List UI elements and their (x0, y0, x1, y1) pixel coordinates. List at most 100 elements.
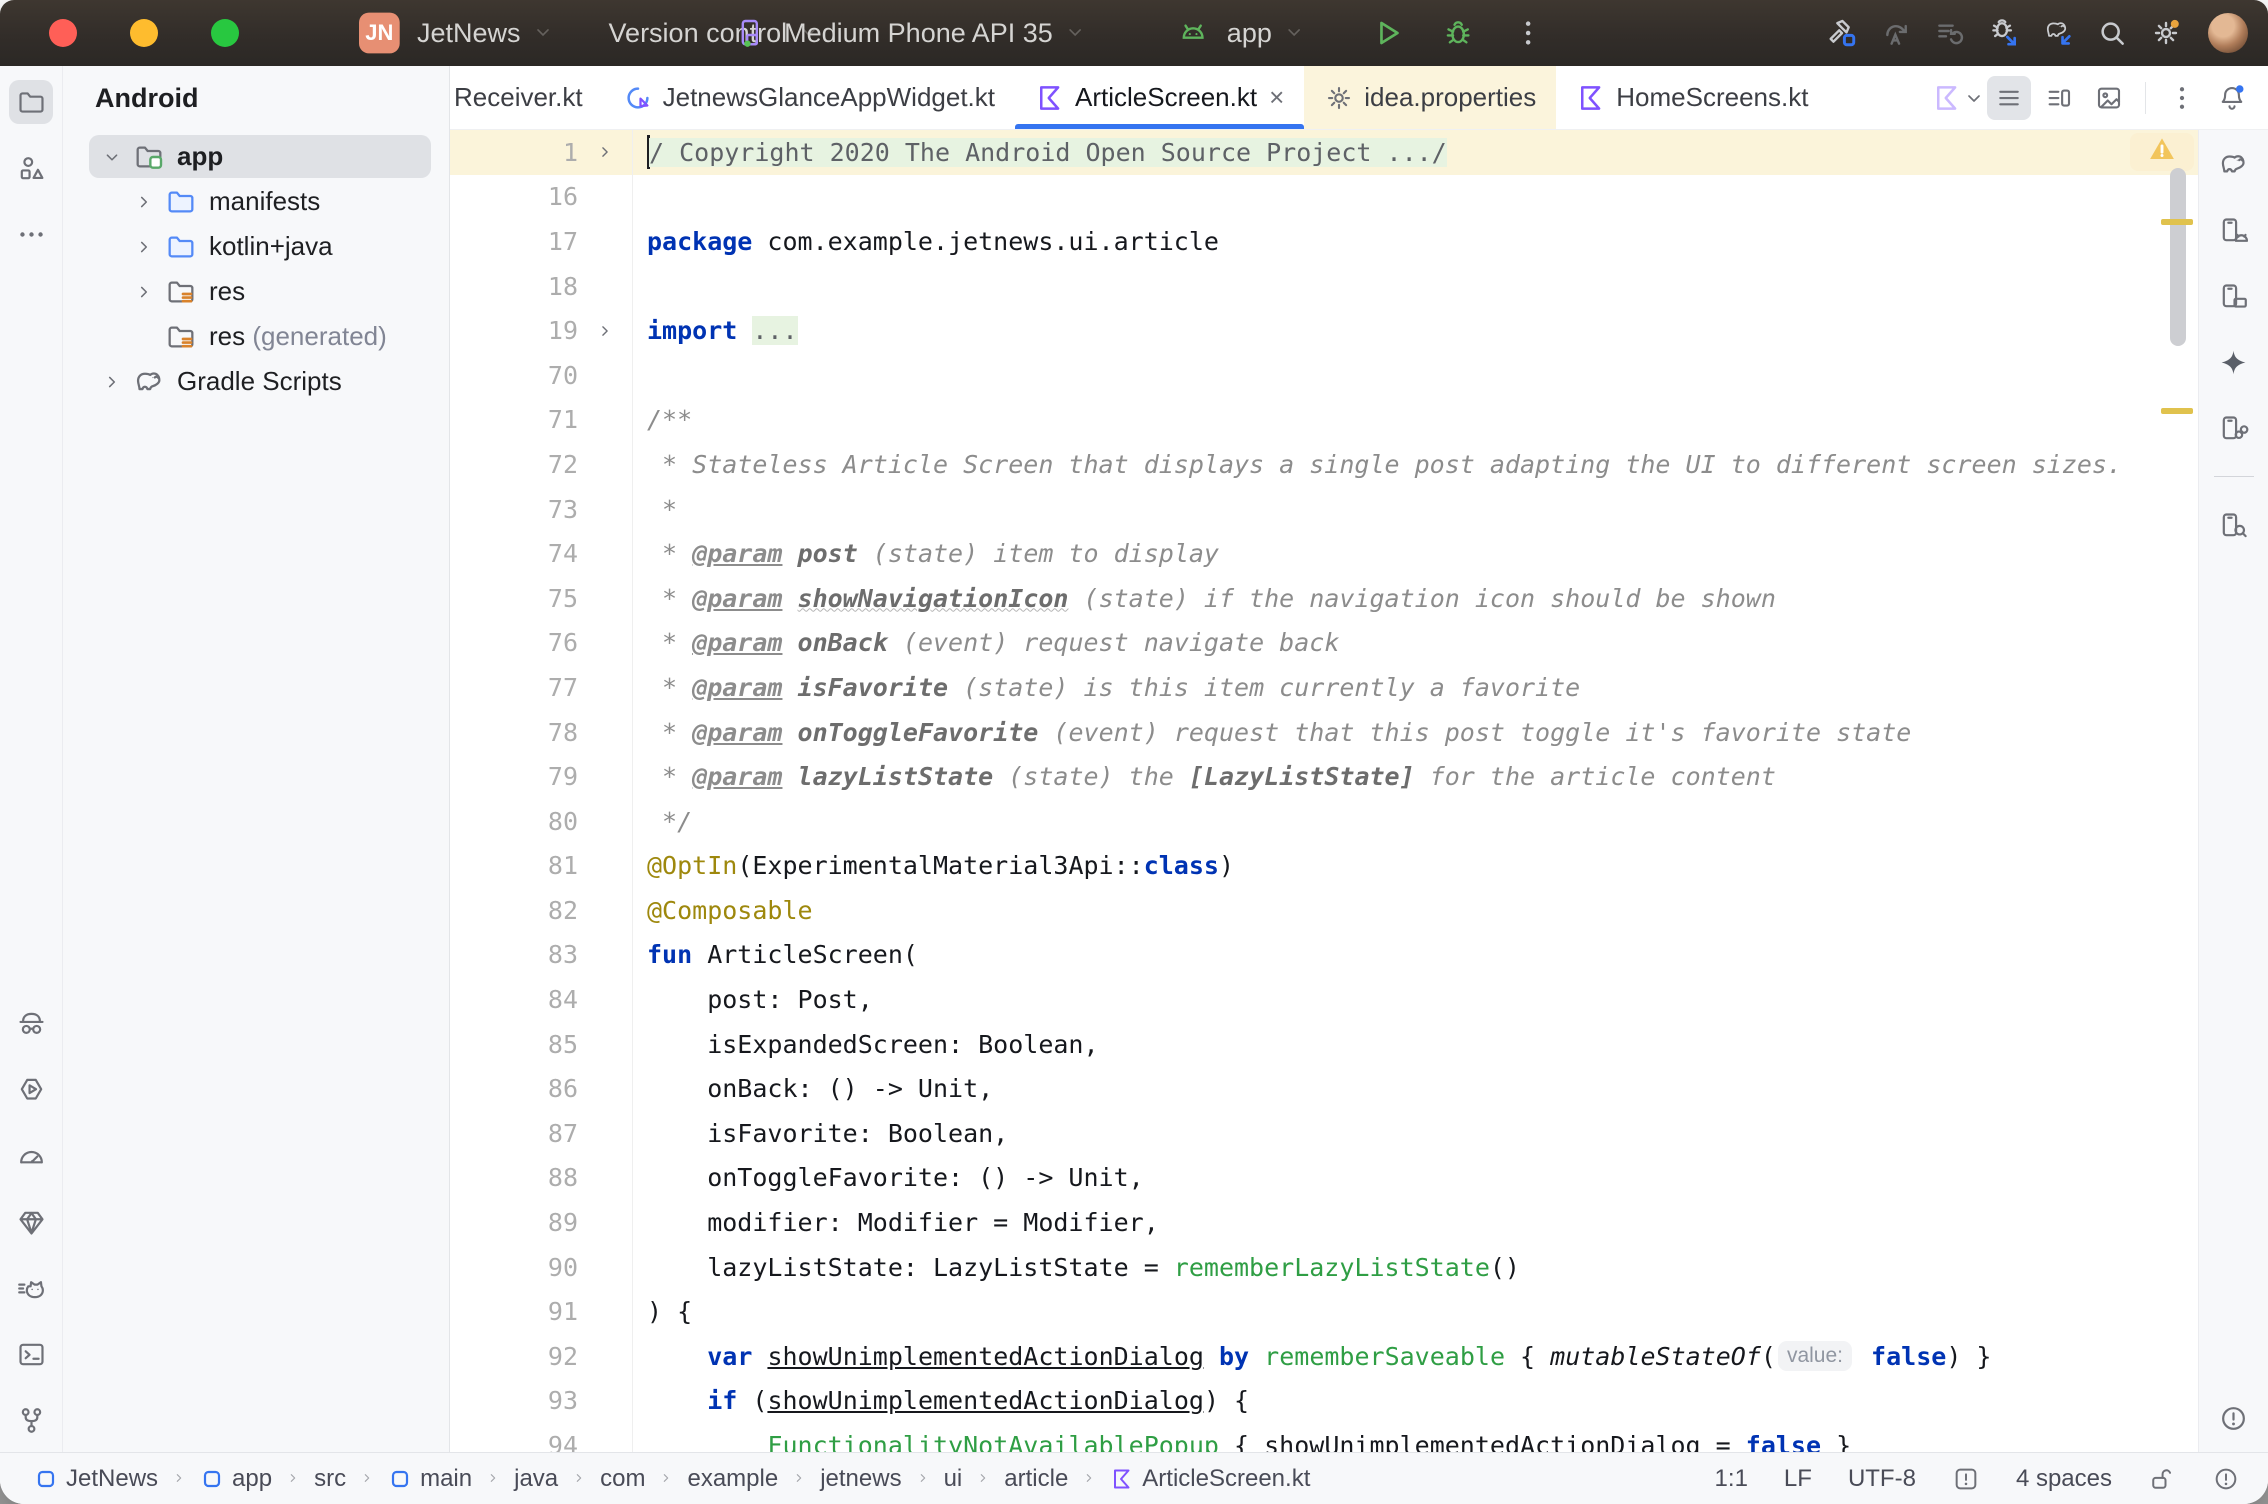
highlight-level-icon[interactable] (1952, 1465, 1980, 1493)
code-line[interactable]: 84 post: Post, (450, 977, 2198, 1022)
caret-position[interactable]: 1:1 (1715, 1465, 1748, 1493)
code-line[interactable]: 86 onBack: () -> Unit, (450, 1066, 2198, 1111)
editor-tab[interactable]: JetnewsGlanceAppWidget.kt (603, 66, 1015, 129)
more-options-button[interactable] (2160, 76, 2204, 120)
file-encoding[interactable]: UTF-8 (1848, 1465, 1916, 1493)
running-devices-button[interactable] (2212, 274, 2256, 318)
editor-tab[interactable]: ArticleScreen.kt× (1015, 66, 1304, 129)
chevron-right-icon[interactable] (129, 187, 159, 217)
code-line[interactable]: 72 * Stateless Article Screen that displ… (450, 442, 2198, 487)
search-icon[interactable] (2090, 11, 2134, 55)
code-line[interactable]: 82@Composable (450, 888, 2198, 933)
breadcrumb-item[interactable]: example (687, 1465, 778, 1493)
run-tool-button[interactable] (9, 1068, 53, 1112)
code-line[interactable]: 70 (450, 353, 2198, 398)
debug-button[interactable] (1436, 11, 1480, 55)
project-view-selector[interactable]: Android (63, 66, 449, 130)
editor-tab[interactable]: Receiver.kt (450, 66, 603, 129)
view-split-button[interactable] (2037, 76, 2081, 120)
code-line[interactable]: 93 if (showUnimplementedActionDialog) { (450, 1379, 2198, 1424)
app-quality-insights-button[interactable] (9, 1200, 53, 1244)
gradle-sync-icon[interactable] (2036, 11, 2080, 55)
chevron-right-icon[interactable] (129, 277, 159, 307)
apply-changes-icon[interactable] (1928, 11, 1972, 55)
device-mirroring-button[interactable] (2212, 406, 2256, 450)
chevron-right-icon[interactable] (97, 367, 127, 397)
tree-row-res[interactable]: res (63, 269, 449, 314)
code-line[interactable]: 85 isExpandedScreen: Boolean, (450, 1022, 2198, 1067)
tree-row-manifests[interactable]: manifests (63, 179, 449, 224)
code-line[interactable]: 91) { (450, 1289, 2198, 1334)
run-configuration-selector[interactable]: app (1161, 3, 1314, 63)
profiler-button[interactable] (9, 1134, 53, 1178)
view-code-button[interactable] (1987, 76, 2031, 120)
warning-stripe-mark[interactable] (2161, 219, 2193, 225)
inspections-widget[interactable] (2130, 133, 2194, 171)
code-line[interactable]: 79 * @param lazyListState (state) the [L… (450, 754, 2198, 799)
code-line[interactable]: 89 modifier: Modifier = Modifier, (450, 1200, 2198, 1245)
code-line[interactable]: 17package com.example.jetnews.ui.article (450, 219, 2198, 264)
minimize-window-button[interactable] (130, 19, 158, 47)
tree-row-gradle-scripts[interactable]: Gradle Scripts (63, 359, 449, 404)
editor-scrollbar-thumb[interactable] (2170, 168, 2186, 346)
resource-manager-button[interactable] (9, 146, 53, 190)
breadcrumb-item[interactable]: ui (944, 1465, 963, 1493)
code-line[interactable]: 80 */ (450, 799, 2198, 844)
more-tool-windows-button[interactable] (9, 212, 53, 256)
breadcrumb-item[interactable]: java (514, 1465, 558, 1493)
close-icon[interactable]: × (1269, 82, 1284, 113)
code-line[interactable]: 92 var showUnimplementedActionDialog by … (450, 1334, 2198, 1379)
logcat-button[interactable] (9, 1266, 53, 1310)
tree-row-kotlin-java[interactable]: kotlin+java (63, 224, 449, 269)
more-run-options-icon[interactable] (1506, 11, 1550, 55)
line-separator[interactable]: LF (1784, 1465, 1812, 1493)
settings-gear-icon[interactable] (2144, 11, 2188, 55)
code-line[interactable]: 18 (450, 264, 2198, 309)
code-line[interactable]: 16 (450, 175, 2198, 220)
project-menu[interactable]: JetNews (407, 10, 563, 57)
chevron-right-icon[interactable] (129, 232, 159, 262)
user-avatar[interactable] (2208, 13, 2248, 53)
code-line[interactable]: 94 FunctionalityNotAvailablePopup { show… (450, 1423, 2198, 1452)
device-explorer-button[interactable] (2212, 503, 2256, 547)
code-line[interactable]: 71/** (450, 398, 2198, 443)
breadcrumb-item[interactable]: ArticleScreen.kt (1110, 1465, 1310, 1493)
chevron-down-icon[interactable] (97, 142, 127, 172)
attach-debugger-icon[interactable] (1982, 11, 2026, 55)
breadcrumb-item[interactable]: com (600, 1465, 645, 1493)
fold-arrow-icon[interactable] (578, 321, 632, 341)
code-line[interactable]: 88 onToggleFavorite: () -> Unit, (450, 1156, 2198, 1201)
fold-arrow-icon[interactable] (578, 142, 632, 162)
rerun-tests-icon[interactable] (1874, 11, 1918, 55)
code-line[interactable]: 78 * @param onToggleFavorite (event) req… (450, 710, 2198, 755)
code-line[interactable]: 76 * @param onBack (event) request navig… (450, 621, 2198, 666)
code-line[interactable]: 1/ Copyright 2020 The Android Open Sourc… (450, 130, 2198, 175)
view-design-button[interactable] (2087, 76, 2131, 120)
code-line[interactable]: 77 * @param isFavorite (state) is this i… (450, 665, 2198, 710)
code-line[interactable]: 90 lazyListState: LazyListState = rememb… (450, 1245, 2198, 1290)
code-line[interactable]: 81@OptIn(ExperimentalMaterial3Api::class… (450, 844, 2198, 889)
gradle-button[interactable] (2212, 142, 2256, 186)
app-inspection-button[interactable] (9, 1002, 53, 1046)
gemini-button[interactable] (2212, 340, 2256, 384)
notifications-button[interactable] (2210, 76, 2254, 120)
problems-icon[interactable] (2212, 1465, 2240, 1493)
project-button[interactable] (9, 80, 53, 124)
version-control-button[interactable] (9, 1398, 53, 1442)
code-line[interactable]: 83fun ArticleScreen( (450, 933, 2198, 978)
build-hammer-icon[interactable] (1820, 11, 1864, 55)
breadcrumb-item[interactable]: jetnews (820, 1465, 901, 1493)
breadcrumb-item[interactable]: main (388, 1465, 472, 1493)
code-line[interactable]: 75 * @param showNavigationIcon (state) i… (450, 576, 2198, 621)
code-line[interactable]: 73 * (450, 487, 2198, 532)
hidden-tabs-dropdown-button[interactable] (1937, 76, 1981, 120)
problems-button[interactable] (2212, 1396, 2256, 1440)
zoom-window-button[interactable] (211, 19, 239, 47)
editor-tab[interactable]: idea.properties (1304, 66, 1556, 129)
device-selector[interactable]: Medium Phone API 35 (718, 3, 1095, 63)
tree-row-res[interactable]: res (generated) (63, 314, 449, 359)
code-line[interactable]: 87 isFavorite: Boolean, (450, 1111, 2198, 1156)
run-button[interactable] (1366, 11, 1410, 55)
code-line[interactable]: 74 * @param post (state) item to display (450, 531, 2198, 576)
terminal-button[interactable] (9, 1332, 53, 1376)
